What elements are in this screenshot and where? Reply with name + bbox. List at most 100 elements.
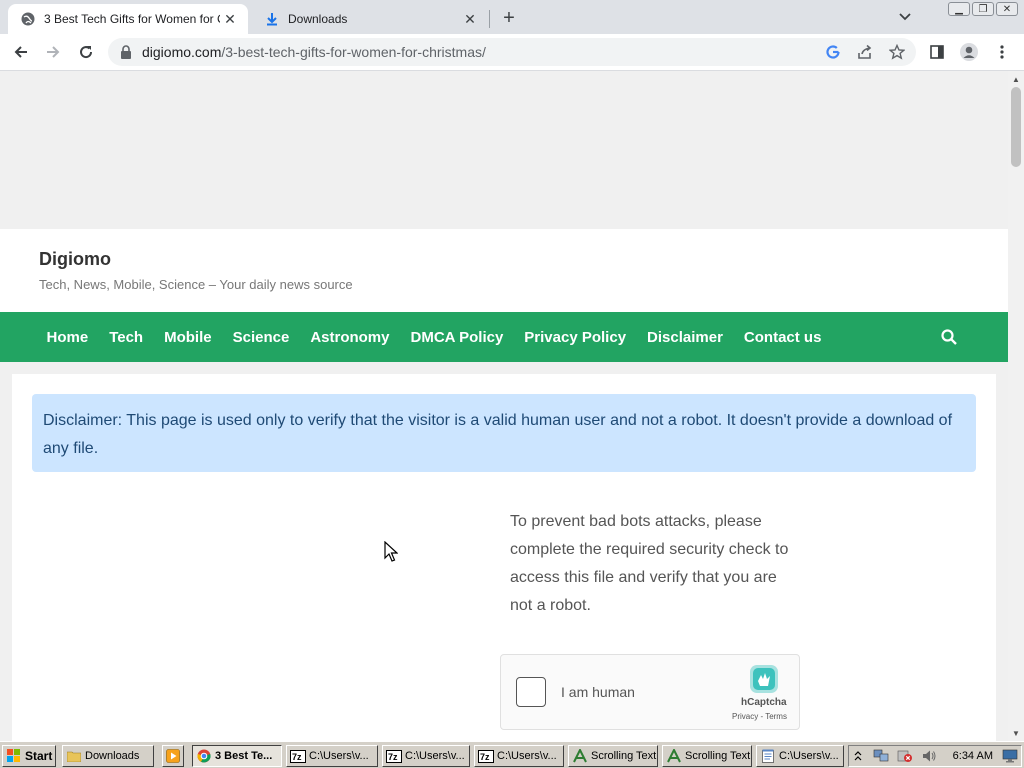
taskbar-7zip-1[interactable]: 7z C:\Users\v... <box>286 745 378 767</box>
7zip-icon: 7z <box>478 748 494 764</box>
taskbar-label: C:\Users\v... <box>405 750 465 762</box>
taskbar-scrolling-text-1[interactable]: Scrolling Text <box>568 745 658 767</box>
nav-links: Home Tech Mobile Science Astronomy DMCA … <box>36 312 832 362</box>
tray-expand-icon[interactable] <box>854 749 862 767</box>
url-text[interactable]: digiomo.com/3-best-tech-gifts-for-women-… <box>142 44 486 60</box>
svg-text:7z: 7z <box>388 752 398 762</box>
site-navbar: Home Tech Mobile Science Astronomy DMCA … <box>0 312 1008 362</box>
scrolling-text-icon <box>572 748 588 764</box>
profile-avatar-icon[interactable] <box>956 39 982 65</box>
captcha-checkbox[interactable] <box>516 677 546 707</box>
nav-science[interactable]: Science <box>222 329 300 346</box>
taskbar-label: Scrolling Text <box>685 750 751 762</box>
share-icon[interactable] <box>856 43 874 61</box>
taskbar-clock[interactable]: 6:34 AM <box>953 750 993 762</box>
taskbar-chrome[interactable]: 3 Best Te... <box>192 745 282 767</box>
captcha-label: I am human <box>561 684 635 700</box>
close-tab-icon[interactable]: ✕ <box>220 9 240 29</box>
notepad-icon <box>760 748 776 764</box>
tab-strip: 3 Best Tech Gifts for Women for Ch ✕ Dow… <box>0 0 1024 34</box>
taskbar-downloads[interactable]: Downloads <box>62 745 154 767</box>
search-icon[interactable] <box>940 328 958 346</box>
taskbar-label: C:\Users\v... <box>779 750 839 762</box>
forward-button[interactable] <box>40 39 66 65</box>
minimize-button[interactable]: ▁ <box>948 2 970 16</box>
windows-taskbar: Start Downloads 3 Best Te... 7z C:\Users… <box>0 741 1024 768</box>
nav-home[interactable]: Home <box>36 329 99 346</box>
scroll-down-arrow[interactable]: ▼ <box>1008 725 1024 741</box>
taskbar-label: Downloads <box>85 750 140 762</box>
reload-button[interactable] <box>73 39 99 65</box>
side-panel-icon[interactable] <box>924 39 950 65</box>
taskbar-7zip-3[interactable]: 7z C:\Users\v... <box>474 745 564 767</box>
start-button[interactable]: Start <box>2 745 56 767</box>
url-domain: digiomo.com <box>142 44 222 60</box>
captcha-brand: hCaptcha <box>741 697 787 708</box>
tab-title: 3 Best Tech Gifts for Women for Ch <box>44 12 220 26</box>
chrome-icon <box>196 748 212 764</box>
disclaimer-alert: Disclaimer: This page is used only to ve… <box>32 394 976 472</box>
globe-icon <box>20 11 36 27</box>
site-header: Digiomo Tech, News, Mobile, Science – Yo… <box>0 229 1008 312</box>
page-viewport: Digiomo Tech, News, Mobile, Science – Yo… <box>0 71 1008 741</box>
lock-icon[interactable] <box>120 45 132 59</box>
url-path: /3-best-tech-gifts-for-women-for-christm… <box>221 44 486 60</box>
close-window-button[interactable]: ✕ <box>996 2 1018 16</box>
google-icon[interactable] <box>824 43 842 61</box>
taskbar-label: C:\Users\v... <box>309 750 369 762</box>
start-label: Start <box>25 749 53 763</box>
ad-placeholder <box>0 71 1008 229</box>
nav-contact-us[interactable]: Contact us <box>733 329 832 346</box>
window-controls: ▁ ❐ ✕ <box>948 2 1018 16</box>
nav-mobile[interactable]: Mobile <box>154 329 223 346</box>
svg-text:7z: 7z <box>292 752 302 762</box>
windows-logo-icon <box>6 748 22 764</box>
scroll-thumb[interactable] <box>1011 87 1021 167</box>
address-bar[interactable]: digiomo.com/3-best-tech-gifts-for-women-… <box>108 38 916 66</box>
tab-downloads[interactable]: Downloads ✕ <box>252 4 488 34</box>
verify-instructions: To prevent bad bots attacks, please comp… <box>510 513 789 614</box>
bookmark-star-icon[interactable] <box>888 43 906 61</box>
system-tray: 6:34 AM <box>848 745 1022 767</box>
security-alert-icon[interactable] <box>897 749 913 768</box>
scrolling-text-icon <box>666 748 682 764</box>
tab-title: Downloads <box>288 12 348 26</box>
hcaptcha-widget: I am human hCaptcha Privacy - Terms <box>500 654 800 730</box>
folder-icon <box>66 748 82 764</box>
hcaptcha-logo-icon <box>748 663 780 695</box>
tab-divider <box>489 10 490 28</box>
taskbar-media-player[interactable] <box>162 745 184 767</box>
back-button[interactable] <box>8 39 34 65</box>
taskbar-7zip-2[interactable]: 7z C:\Users\v... <box>382 745 470 767</box>
tab-active[interactable]: 3 Best Tech Gifts for Women for Ch ✕ <box>8 4 248 34</box>
mouse-cursor-icon <box>384 540 399 563</box>
close-tab-icon[interactable]: ✕ <box>460 9 480 29</box>
site-title[interactable]: Digiomo <box>39 249 111 270</box>
scroll-up-arrow[interactable]: ▲ <box>1008 71 1024 87</box>
nav-dmca-policy[interactable]: DMCA Policy <box>400 329 514 346</box>
svg-text:7z: 7z <box>480 752 490 762</box>
taskbar-label: C:\Users\v... <box>497 750 557 762</box>
nav-tech[interactable]: Tech <box>99 329 154 346</box>
chevron-down-icon[interactable] <box>896 8 914 26</box>
taskbar-scrolling-text-2[interactable]: Scrolling Text <box>662 745 752 767</box>
taskbar-notepad[interactable]: C:\Users\v... <box>756 745 844 767</box>
media-player-icon <box>165 748 181 764</box>
captcha-privacy-terms[interactable]: Privacy - Terms <box>732 712 787 721</box>
menu-dots-icon[interactable] <box>989 39 1015 65</box>
network-icon[interactable] <box>873 749 889 768</box>
nav-privacy-policy[interactable]: Privacy Policy <box>514 329 637 346</box>
taskbar-label: Scrolling Text <box>591 750 657 762</box>
7zip-icon: 7z <box>290 748 306 764</box>
volume-icon[interactable] <box>921 749 937 768</box>
7zip-icon: 7z <box>386 748 402 764</box>
download-icon <box>264 11 280 27</box>
nav-disclaimer[interactable]: Disclaimer <box>637 329 734 346</box>
browser-toolbar: digiomo.com/3-best-tech-gifts-for-women-… <box>0 34 1024 71</box>
taskbar-label: 3 Best Te... <box>215 750 273 762</box>
nav-astronomy[interactable]: Astronomy <box>300 329 400 346</box>
restore-button[interactable]: ❐ <box>972 2 994 16</box>
new-tab-button[interactable]: + <box>498 7 520 29</box>
page-scrollbar[interactable]: ▲ ▼ <box>1008 71 1024 741</box>
desktop-monitor-icon[interactable] <box>1002 749 1018 768</box>
